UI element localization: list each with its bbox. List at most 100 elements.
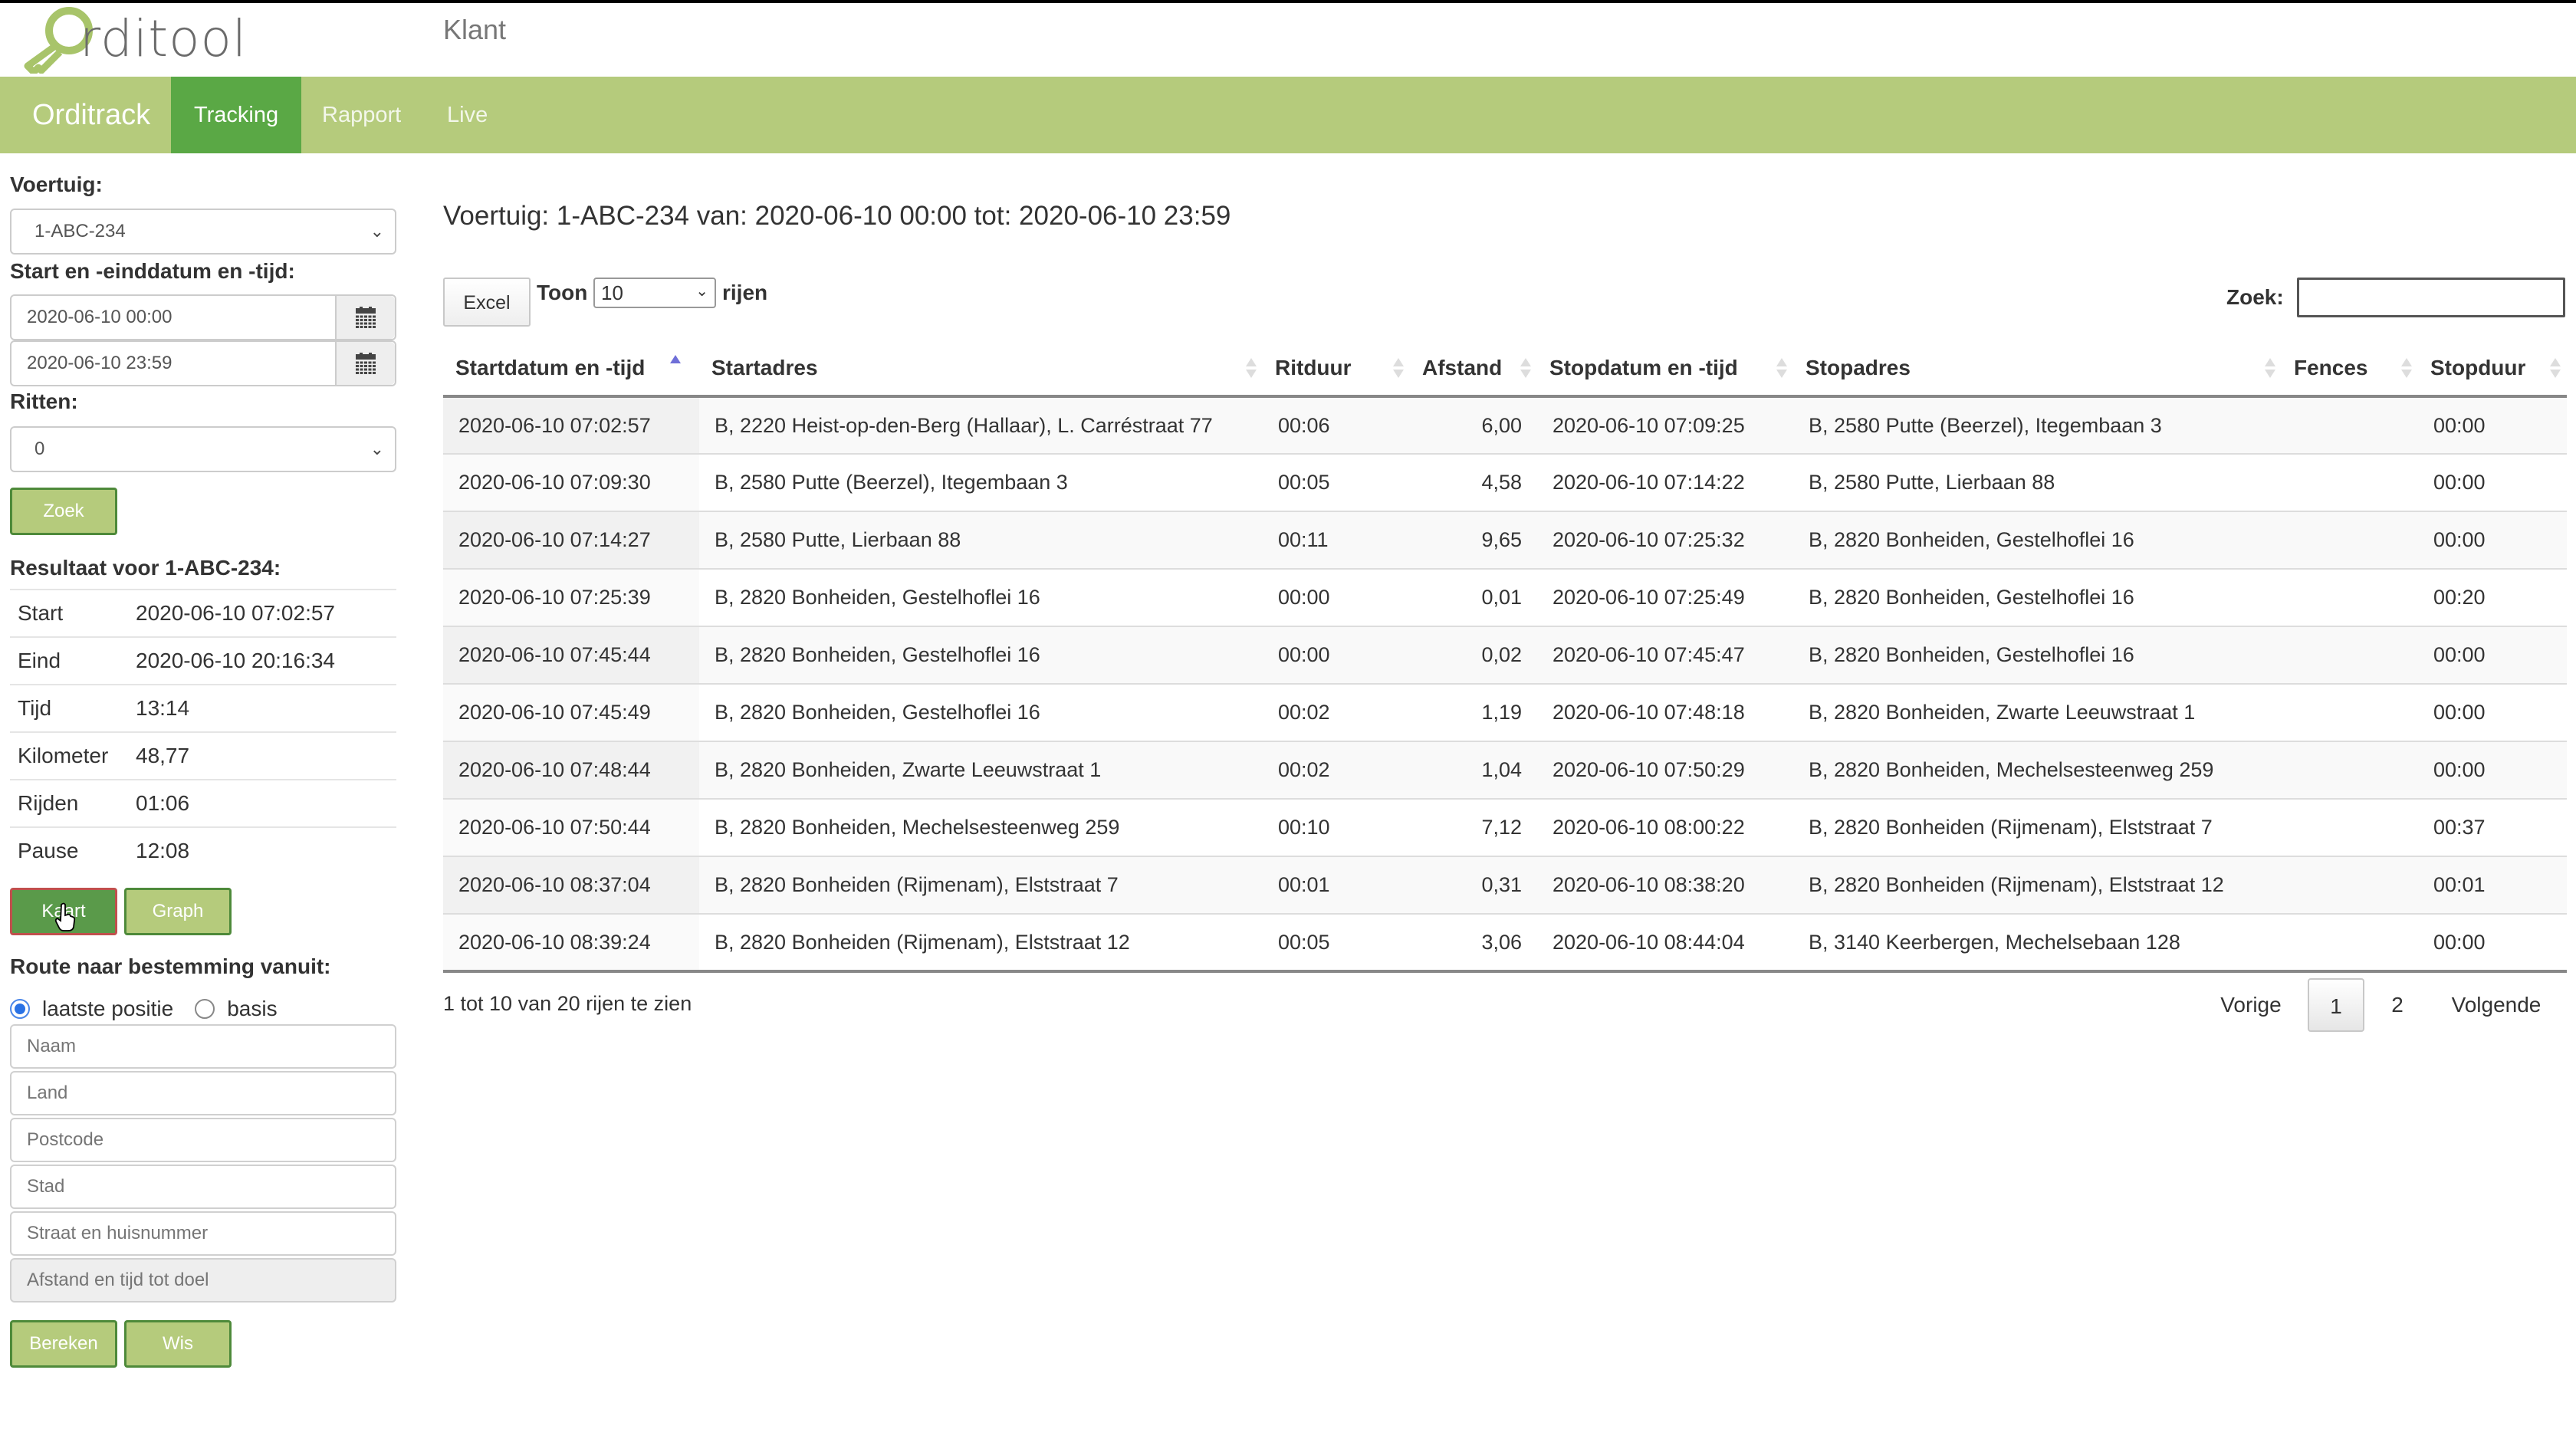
- column-header-label: Fences: [2294, 356, 2368, 379]
- search-button[interactable]: Zoek: [10, 488, 117, 535]
- cell-distance: 1,19: [1410, 683, 1537, 741]
- stat-value: 12:08: [136, 839, 190, 862]
- postcode-input[interactable]: [10, 1118, 396, 1162]
- cell-stop-address: B, 2820 Bonheiden, Gestelhoflei 16: [1793, 511, 2282, 569]
- vehicle-select-value: 1-ABC-234: [34, 221, 126, 241]
- cell-start-datetime: 2020-06-10 07:14:27: [443, 511, 699, 569]
- pagination-page-1[interactable]: 1: [2308, 978, 2364, 1032]
- graph-button[interactable]: Graph: [124, 888, 232, 935]
- stat-key: Tijd: [18, 696, 52, 720]
- cell-distance: 4,58: [1410, 453, 1537, 511]
- route-label: Route naar bestemming vanuit:: [10, 954, 331, 978]
- table-row[interactable]: 2020-06-10 07:09:30 B, 2580 Putte (Beerze…: [443, 453, 2567, 511]
- column-header-start-datetime[interactable]: Startdatum en -tijd: [443, 341, 699, 398]
- calculate-button[interactable]: Bereken: [10, 1320, 117, 1368]
- pagination-next[interactable]: Volgende: [2435, 978, 2558, 1032]
- nav-brand[interactable]: Orditrack: [32, 77, 150, 153]
- cell-trip-duration: 00:05: [1263, 913, 1410, 973]
- stat-row-driving: Rijden 01:06: [10, 779, 396, 826]
- table-row[interactable]: 2020-06-10 08:37:04 B, 2820 Bonheiden (Ri…: [443, 856, 2567, 914]
- pagination-page-2[interactable]: 2: [2372, 978, 2423, 1032]
- end-calendar-button[interactable]: [335, 342, 395, 385]
- cell-stop-datetime: 2020-06-10 07:25:49: [1537, 568, 1793, 626]
- cell-stop-datetime: 2020-06-10 07:45:47: [1537, 626, 1793, 684]
- clear-button[interactable]: Wis: [124, 1320, 232, 1368]
- column-header-stop-address[interactable]: Stopadres: [1793, 341, 2282, 398]
- cell-distance: 7,12: [1410, 798, 1537, 856]
- column-header-distance[interactable]: Afstand: [1410, 341, 1537, 398]
- radio-last-position[interactable]: [10, 999, 30, 1019]
- cell-stop-address: B, 2820 Bonheiden (Rijmenam), Elststraat…: [1793, 856, 2282, 914]
- stat-key: Start: [18, 601, 64, 625]
- cell-stop-duration: 00:37: [2418, 798, 2567, 856]
- excel-export-button[interactable]: Excel: [443, 278, 531, 327]
- column-header-trip-duration[interactable]: Ritduur: [1263, 341, 1410, 398]
- cell-trip-duration: 00:02: [1263, 741, 1410, 799]
- column-header-start-address[interactable]: Startadres: [699, 341, 1263, 398]
- pagination-previous[interactable]: Vorige: [2205, 978, 2297, 1032]
- orditool-logo[interactable]: rditool: [17, 5, 246, 74]
- vehicle-select[interactable]: 1-ABC-234 ⌄: [10, 209, 396, 255]
- cell-trip-duration: 00:06: [1263, 396, 1410, 454]
- column-header-label: Startdatum en -tijd: [455, 356, 646, 379]
- cell-stop-duration: 00:00: [2418, 913, 2567, 973]
- table-row[interactable]: 2020-06-10 07:02:57 B, 2220 Heist-op-den-…: [443, 396, 2567, 454]
- cell-distance: 1,04: [1410, 741, 1537, 799]
- city-input[interactable]: [10, 1165, 396, 1209]
- table-row[interactable]: 2020-06-10 08:39:24 B, 2820 Bonheiden (Ri…: [443, 913, 2567, 973]
- table-row[interactable]: 2020-06-10 07:25:39 B, 2820 Bonheiden, Ge…: [443, 568, 2567, 626]
- cell-start-address: B, 2820 Bonheiden, Zwarte Leeuwstraat 1: [699, 741, 1263, 799]
- cell-trip-duration: 00:10: [1263, 798, 1410, 856]
- cell-stop-datetime: 2020-06-10 08:44:04: [1537, 913, 1793, 973]
- cell-fences: [2282, 683, 2418, 741]
- cell-start-datetime: 2020-06-10 07:45:44: [443, 626, 699, 684]
- nav-tab-rapport[interactable]: Rapport: [299, 77, 424, 153]
- country-input[interactable]: [10, 1071, 396, 1115]
- column-header-stop-datetime[interactable]: Stopdatum en -tijd: [1537, 341, 1793, 398]
- sort-both-icon: [1776, 358, 1787, 381]
- end-datetime-field[interactable]: 2020-06-10 23:59: [10, 340, 396, 386]
- cell-trip-duration: 00:00: [1263, 626, 1410, 684]
- cell-start-datetime: 2020-06-10 07:48:44: [443, 741, 699, 799]
- calendar-icon: [356, 307, 376, 328]
- cell-start-datetime: 2020-06-10 07:09:30: [443, 453, 699, 511]
- column-header-stop-duration[interactable]: Stopduur: [2418, 341, 2567, 398]
- cell-stop-datetime: 2020-06-10 07:09:25: [1537, 396, 1793, 454]
- start-calendar-button[interactable]: [335, 296, 395, 339]
- trips-table: Startdatum en -tijd Startadres Ritduur Afst…: [443, 341, 2567, 973]
- cell-distance: 6,00: [1410, 396, 1537, 454]
- page-length-select[interactable]: 10 ⌄: [593, 278, 716, 308]
- stat-key: Eind: [18, 649, 61, 672]
- cell-start-datetime: 2020-06-10 07:02:57: [443, 396, 699, 454]
- cell-trip-duration: 00:01: [1263, 856, 1410, 914]
- name-input[interactable]: [10, 1024, 396, 1069]
- radio-base[interactable]: [195, 999, 215, 1019]
- table-search-input[interactable]: [2297, 278, 2565, 317]
- table-row[interactable]: 2020-06-10 07:50:44 B, 2820 Bonheiden, Me…: [443, 798, 2567, 856]
- nav-tab-tracking[interactable]: Tracking: [171, 77, 302, 153]
- cell-trip-duration: 00:05: [1263, 453, 1410, 511]
- sort-both-icon: [1246, 358, 1257, 381]
- cell-start-address: B, 2820 Bonheiden, Mechelsesteenweg 259: [699, 798, 1263, 856]
- table-row[interactable]: 2020-06-10 07:48:44 B, 2820 Bonheiden, Zw…: [443, 741, 2567, 799]
- table-row[interactable]: 2020-06-10 07:45:49 B, 2820 Bonheiden, Ge…: [443, 683, 2567, 741]
- column-header-label: Stopduur: [2430, 356, 2526, 379]
- column-header-fences[interactable]: Fences: [2282, 341, 2418, 398]
- vehicle-label: Voertuig:: [10, 172, 103, 196]
- cell-start-address: B, 2820 Bonheiden (Rijmenam), Elststraat…: [699, 913, 1263, 973]
- table-row[interactable]: 2020-06-10 07:14:27 B, 2580 Putte, Lierba…: [443, 511, 2567, 569]
- trips-select[interactable]: 0 ⌄: [10, 426, 396, 472]
- stat-key: Kilometer: [18, 744, 109, 767]
- start-datetime-field[interactable]: 2020-06-10 00:00: [10, 294, 396, 340]
- chevron-down-icon: ⌄: [370, 222, 384, 241]
- stat-row-kilometer: Kilometer 48,77: [10, 731, 396, 779]
- column-header-label: Stopadres: [1806, 356, 1911, 379]
- page-title: Voertuig: 1-ABC-234 van: 2020-06-10 00:0…: [443, 201, 1231, 231]
- sort-both-icon: [2401, 358, 2412, 381]
- cell-fences: [2282, 741, 2418, 799]
- cell-stop-datetime: 2020-06-10 07:50:29: [1537, 741, 1793, 799]
- street-input[interactable]: [10, 1211, 396, 1256]
- nav-tab-live[interactable]: Live: [424, 77, 511, 153]
- cell-trip-duration: 00:11: [1263, 511, 1410, 569]
- table-row[interactable]: 2020-06-10 07:45:44 B, 2820 Bonheiden, Ge…: [443, 626, 2567, 684]
